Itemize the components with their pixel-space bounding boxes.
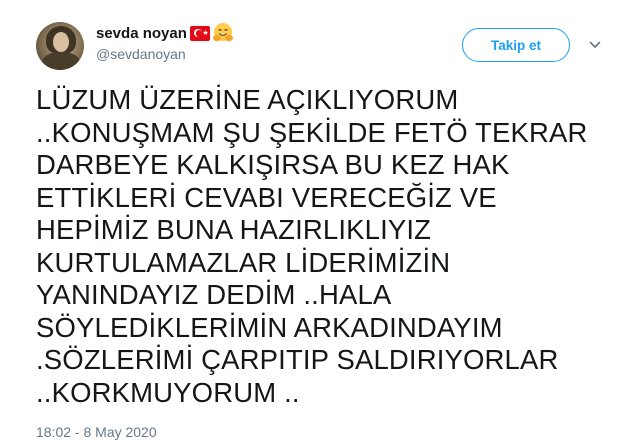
- tweet-text: LÜZUM ÜZERİNE AÇIKLIYORUM ..KONUŞMAM ŞU …: [36, 84, 626, 409]
- tweet-line: LÜZUM ÜZERİNE AÇIKLIYORUM: [36, 84, 459, 115]
- tweet-line: YANINDAYIZ DEDİM ..HALA: [36, 279, 392, 310]
- turkish-flag-icon: ★: [189, 25, 210, 41]
- follow-button[interactable]: Takip et: [462, 28, 570, 62]
- chevron-down-icon[interactable]: [588, 38, 602, 52]
- tweet-timestamp[interactable]: 18:02 - 8 May 2020: [36, 424, 157, 440]
- avatar-face: [53, 32, 69, 52]
- author-name-row: sevda noyan ★: [96, 23, 234, 43]
- hugging-face-icon: [212, 22, 234, 44]
- tweet-line: SÖYLEDİKLERİMİN ARKADINDAYIM: [36, 311, 503, 343]
- tweet-line: ETTİKLERİ CEVABI VERECEĞİZ VE: [36, 181, 497, 213]
- tweet-line: KURTULAMAZLAR LİDERİMİZİN: [36, 246, 451, 278]
- tweet-line: ..KORKMUYORUM ..: [36, 376, 300, 408]
- avatar-body: [42, 52, 80, 70]
- tweet-line: HEPİMİZ BUNA HAZIRLIKLIYIZ: [36, 214, 432, 245]
- avatar[interactable]: [36, 22, 84, 70]
- flag-star: ★: [202, 29, 209, 37]
- tweet-line: ..KONUŞMAM ŞU ŞEKİLDE FETÖ TEKRAR: [36, 116, 588, 148]
- author-username[interactable]: @sevdanoyan: [96, 46, 186, 62]
- tweet-line: DARBEYE KALKIŞIRSA BU KEZ HAK: [36, 149, 510, 180]
- tweet-line: .SÖZLERİMİ ÇARPITIP SALDIRIYORLAR: [36, 344, 559, 375]
- author-display-name[interactable]: sevda noyan: [96, 25, 187, 42]
- tweet-card: sevda noyan ★ @sevdanoyan Takip et LÜZUM…: [0, 0, 635, 441]
